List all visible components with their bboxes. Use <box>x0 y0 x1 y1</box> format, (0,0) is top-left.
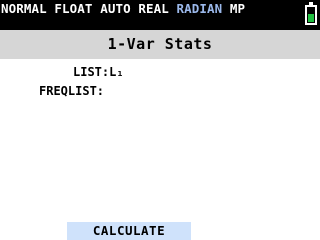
status-bar: NORMAL FLOAT AUTO REAL RADIAN MP <box>0 0 320 30</box>
mode-float: FLOAT <box>54 1 93 16</box>
list-value[interactable]: L₁ <box>109 65 123 79</box>
mode-mp: MP <box>229 1 246 16</box>
list-label: LIST: <box>73 65 110 79</box>
battery-level-fill <box>308 14 314 22</box>
mode-auto: AUTO <box>100 1 131 16</box>
mode-angle: RADIAN <box>176 1 223 16</box>
battery-icon <box>305 2 317 25</box>
screen-title: 1-Var Stats <box>107 35 213 53</box>
freqlist-field[interactable]: FREQLIST: <box>39 84 104 98</box>
mode-indicators: NORMAL FLOAT AUTO REAL RADIAN MP <box>1 0 245 17</box>
title-bar: 1-Var Stats <box>0 30 320 59</box>
mode-real: REAL <box>138 1 169 16</box>
mode-normal: NORMAL <box>1 1 47 16</box>
list-field[interactable]: LIST:L₁ <box>73 65 124 79</box>
calculate-button[interactable]: CALCULATE <box>67 222 191 240</box>
freqlist-label: FREQLIST: <box>39 84 105 98</box>
